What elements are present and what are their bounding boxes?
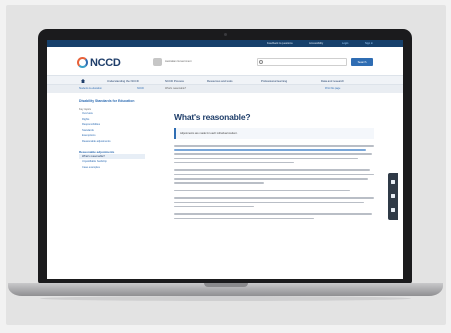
utility-link-accessibility[interactable]: Accessibility — [309, 41, 323, 46]
print-page-link[interactable]: Print this page — [325, 85, 340, 93]
body-paragraph — [174, 189, 374, 192]
govt-crest-icon — [153, 58, 162, 66]
laptop-screen-bezel: Feedback & questions Accessibility Login… — [38, 29, 412, 284]
sidebar-item[interactable]: Reasonable adjustments — [79, 139, 145, 145]
breadcrumb-item[interactable]: Students & education — [79, 85, 102, 93]
body-paragraph — [174, 213, 374, 220]
print-icon[interactable] — [391, 194, 395, 198]
utility-bar: Feedback & questions Accessibility Login… — [47, 40, 403, 47]
nccd-logo[interactable]: NCCD — [77, 56, 121, 69]
main-content: What's reasonable? Adjustments are made … — [174, 112, 374, 222]
share-icon[interactable] — [391, 180, 395, 184]
webcam — [224, 33, 227, 36]
page-title: What's reasonable? — [174, 112, 251, 122]
search-icon — [259, 60, 263, 64]
govt-label: Australian Government — [165, 60, 192, 63]
breadcrumb: Students & education NCCD What's reasona… — [47, 85, 403, 93]
sidebar-title[interactable]: Disability Standards for Education — [79, 99, 145, 103]
sidebar: Disability Standards for Education Key t… — [79, 99, 145, 170]
nccd-logo-icon — [77, 57, 88, 68]
search-button[interactable]: Search — [351, 58, 373, 66]
utility-link-signin[interactable]: Sign in — [365, 41, 373, 46]
laptop-base — [8, 283, 443, 296]
breadcrumb-current: What's reasonable? — [165, 87, 187, 90]
sidebar-item[interactable]: Case examples — [79, 165, 145, 171]
utility-link-login[interactable]: Login — [342, 41, 348, 46]
side-toolbar — [388, 173, 398, 220]
laptop-shadow — [40, 296, 411, 301]
body-paragraph — [174, 197, 374, 208]
logo-text: NCCD — [90, 56, 121, 69]
breadcrumb-item[interactable]: NCCD — [137, 85, 144, 93]
browser-viewport: Feedback & questions Accessibility Login… — [47, 40, 403, 279]
callout-box: Adjustments are made for each individual… — [174, 128, 374, 139]
home-icon[interactable] — [81, 79, 85, 83]
bookmark-icon[interactable] — [391, 208, 395, 212]
utility-link-feedback[interactable]: Feedback & questions — [267, 41, 293, 46]
laptop-notch — [204, 283, 248, 287]
body-paragraph — [174, 145, 374, 164]
main-nav: Understanding the NCCD NCCD Process Reso… — [47, 75, 403, 85]
body-paragraph — [174, 169, 374, 184]
site-header: NCCD Australian Government Search — [47, 47, 403, 75]
search-input[interactable] — [257, 58, 347, 66]
